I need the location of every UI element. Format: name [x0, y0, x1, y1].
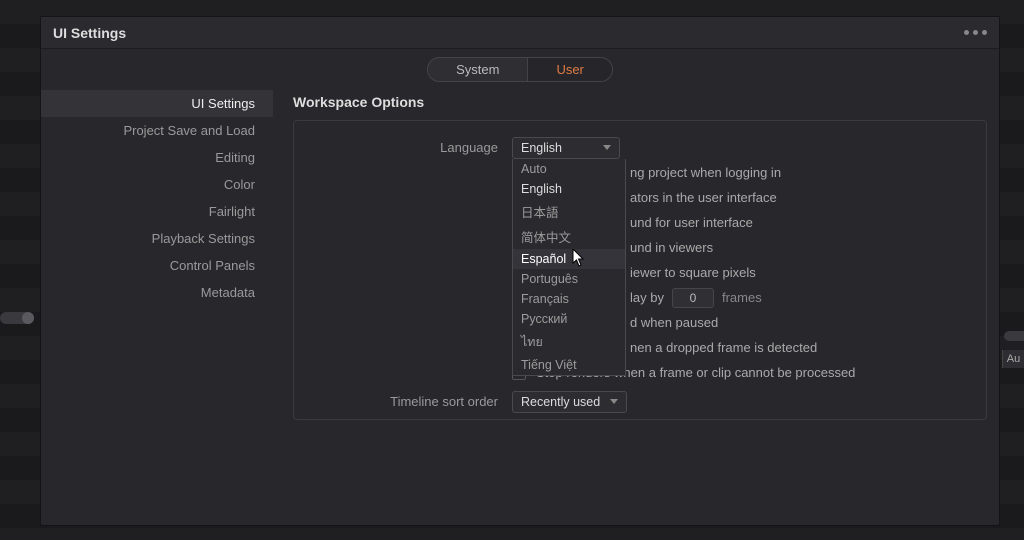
- checkbox-text-4: und in viewers: [630, 240, 713, 255]
- titlebar: UI Settings: [41, 17, 999, 49]
- sidebar-item-project-save[interactable]: Project Save and Load: [41, 117, 273, 144]
- delay-prefix: lay by: [630, 290, 664, 305]
- window-options-icon[interactable]: [964, 30, 987, 35]
- sidebar-item-ui-settings[interactable]: UI Settings: [41, 90, 273, 117]
- system-user-segmented: System User: [427, 57, 613, 82]
- chevron-down-icon: [603, 145, 611, 150]
- sidebar-item-metadata[interactable]: Metadata: [41, 279, 273, 306]
- main-panel: Workspace Options Language English Auto …: [273, 88, 999, 525]
- sidebar-item-editing[interactable]: Editing: [41, 144, 273, 171]
- background-button-fragment[interactable]: Au: [1002, 350, 1024, 368]
- checkbox-text-1: ng project when logging in: [630, 165, 781, 180]
- timeline-sort-label: Timeline sort order: [312, 394, 512, 409]
- language-option-chinese[interactable]: 简体中文: [513, 224, 625, 249]
- settings-sidebar: UI Settings Project Save and Load Editin…: [41, 88, 273, 525]
- timeline-sort-select[interactable]: Recently used: [512, 391, 627, 413]
- language-option-portuguese[interactable]: Português: [513, 269, 625, 289]
- language-label: Language: [312, 140, 512, 155]
- language-select-value: English: [521, 141, 562, 155]
- paused-text: d when paused: [630, 315, 718, 330]
- content-area: UI Settings Project Save and Load Editin…: [41, 88, 999, 525]
- checkbox-text-2: ators in the user interface: [630, 190, 777, 205]
- sidebar-item-color[interactable]: Color: [41, 171, 273, 198]
- delay-unit: frames: [722, 290, 762, 305]
- background-slider-stub: [0, 312, 34, 324]
- language-option-russian[interactable]: Русский: [513, 309, 625, 329]
- tab-user[interactable]: User: [527, 58, 611, 81]
- workspace-options-panel: Language English Auto English 日本語 简体中文 E…: [293, 120, 987, 420]
- language-dropdown-list: Auto English 日本語 简体中文 Español Português …: [512, 159, 626, 376]
- language-option-english[interactable]: English: [513, 179, 625, 199]
- chevron-down-icon: [610, 399, 618, 404]
- language-option-spanish[interactable]: Español: [513, 249, 625, 269]
- language-option-french[interactable]: Français: [513, 289, 625, 309]
- window-title: UI Settings: [53, 25, 126, 41]
- language-option-japanese[interactable]: 日本語: [513, 199, 625, 224]
- sidebar-item-playback[interactable]: Playback Settings: [41, 225, 273, 252]
- timeline-sort-value: Recently used: [521, 395, 600, 409]
- language-option-vietnamese[interactable]: Tiếng Việt: [513, 355, 625, 375]
- sidebar-item-control-panels[interactable]: Control Panels: [41, 252, 273, 279]
- settings-window: UI Settings System User UI Settings Proj…: [40, 16, 1000, 526]
- dropped-text: nen a dropped frame is detected: [630, 340, 817, 355]
- section-title: Workspace Options: [293, 94, 987, 110]
- language-option-auto[interactable]: Auto: [513, 159, 625, 179]
- checkbox-text-5: iewer to square pixels: [630, 265, 756, 280]
- language-select[interactable]: English: [512, 137, 620, 159]
- tab-system[interactable]: System: [428, 58, 527, 81]
- delay-frames-input[interactable]: 0: [672, 288, 714, 308]
- background-pill-fragment: [1004, 331, 1024, 341]
- checkbox-text-3: und for user interface: [630, 215, 753, 230]
- tab-row: System User: [41, 49, 999, 88]
- sidebar-item-fairlight[interactable]: Fairlight: [41, 198, 273, 225]
- language-option-thai[interactable]: ไทย: [513, 329, 625, 355]
